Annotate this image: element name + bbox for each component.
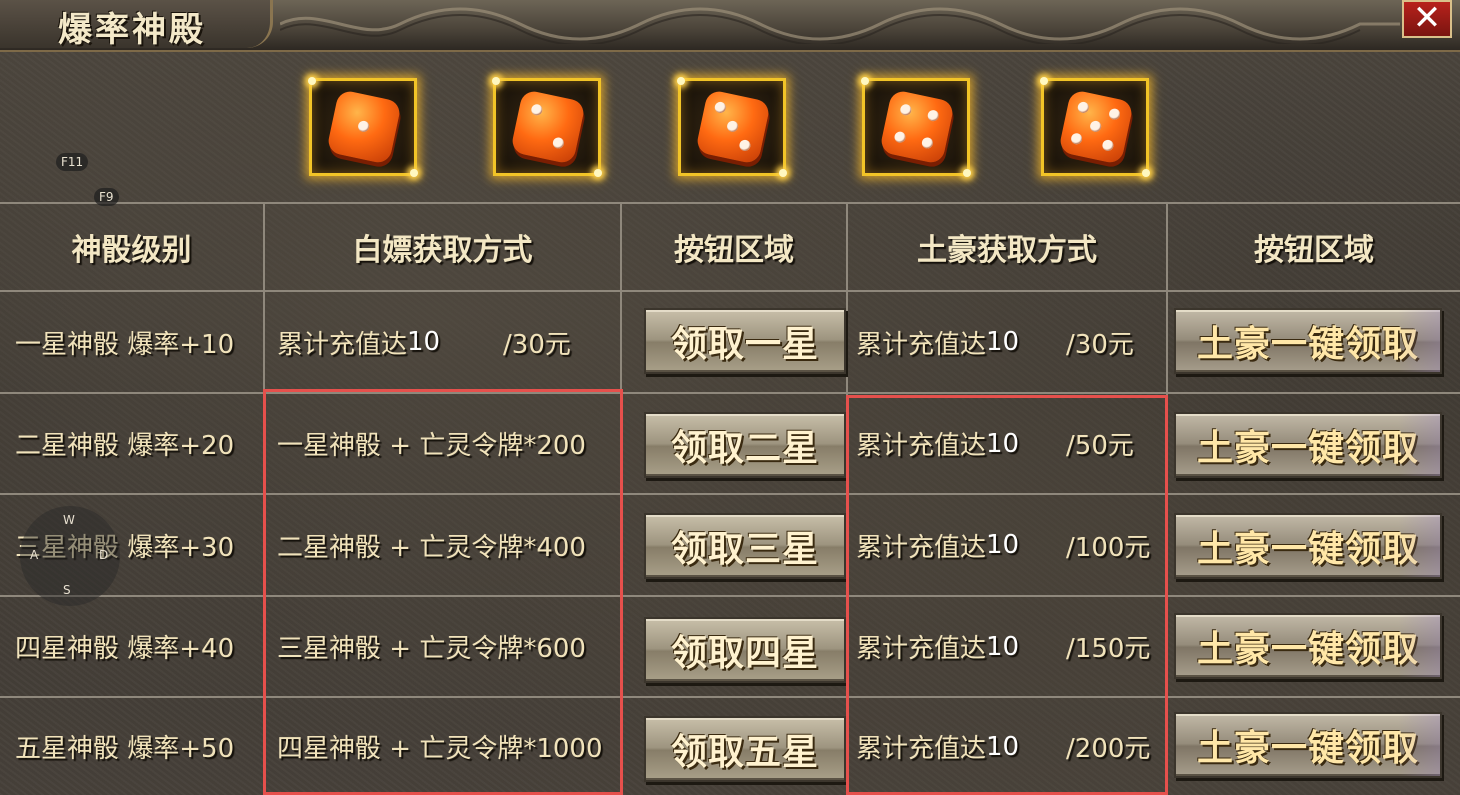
title-bar: 爆率神殿 ✕	[0, 0, 1460, 52]
header-free-way: 白嫖获取方式	[352, 233, 533, 268]
claim-1-star-button[interactable]: 领取一星	[644, 308, 846, 374]
tuhao-claim-button-1[interactable]: 土豪一键领取	[1174, 308, 1442, 374]
header-button-area: 按钮区域	[674, 233, 794, 268]
rich-way-label: 累计充值达	[856, 634, 987, 664]
rich-way-label: 累计充值达	[856, 329, 987, 360]
dice-card-4[interactable]	[861, 77, 971, 177]
free-way-target: /30元	[503, 329, 571, 360]
free-way-text: 累计充值达 10/30元	[265, 292, 620, 392]
table-row: 五星神骰 爆率+50 四星神骰 + 亡灵令牌*1000 领取五星 累计充值达 10…	[0, 698, 1460, 795]
claim-4-star-button[interactable]: 领取四星	[644, 617, 846, 683]
tuhao-claim-button-3[interactable]: 土豪一键领取	[1174, 513, 1442, 579]
title-ornament-decoration	[280, 7, 1400, 44]
title-plate: 爆率神殿	[0, 0, 273, 50]
tuhao-claim-button-2[interactable]: 土豪一键领取	[1174, 412, 1442, 478]
tuhao-claim-button-4[interactable]: 土豪一键领取	[1174, 613, 1442, 679]
dice-2-icon	[510, 89, 586, 165]
rich-way-text: 累计充值达 10/200元	[848, 698, 1166, 795]
claim-5-star-button[interactable]: 领取五星	[644, 716, 846, 782]
free-way-text: 三星神骰 + 亡灵令牌*600	[277, 634, 586, 664]
joystick-a-label: A	[30, 548, 39, 562]
free-way-text: 二星神骰 + 亡灵令牌*400	[277, 532, 586, 563]
free-way-text: 一星神骰 + 亡灵令牌*200	[277, 431, 586, 461]
dice-3-icon	[695, 89, 771, 165]
rich-way-text: 累计充值达 10/30元	[848, 292, 1166, 392]
rich-way-text: 累计充值达 10/150元	[848, 597, 1166, 696]
rich-way-label: 累计充值达	[856, 734, 987, 764]
header-rich-way: 土豪获取方式	[917, 233, 1097, 268]
table-row: 二星神骰 爆率+20 一星神骰 + 亡灵令牌*200 领取二星 累计充值达 10/…	[0, 394, 1460, 495]
table-header: 神骰级别 白嫖获取方式 按钮区域 土豪获取方式 按钮区域	[0, 204, 1460, 292]
rich-way-text: 累计充值达 10/50元	[848, 394, 1166, 493]
rich-way-text: 累计充值达 10/100元	[848, 495, 1166, 595]
rich-way-target: /100元	[1066, 532, 1151, 563]
level-label: 一星神骰 爆率+10	[15, 329, 235, 360]
rich-way-progress: 10	[986, 731, 1020, 762]
joystick-w-label: W	[63, 513, 75, 527]
dice-1-icon	[326, 89, 402, 165]
dice-5-icon	[1058, 89, 1134, 165]
dice-4-icon	[879, 89, 955, 165]
window-title: 爆率神殿	[58, 10, 206, 50]
close-button[interactable]: ✕	[1402, 0, 1452, 38]
header-level: 神骰级别	[71, 233, 192, 268]
rich-way-target: /30元	[1066, 329, 1134, 360]
table-row: 四星神骰 爆率+40 三星神骰 + 亡灵令牌*600 领取四星 累计充值达 10/…	[0, 597, 1460, 698]
table-row: 一星神骰 爆率+10 累计充值达 10/30元 领取一星 累计充值达 10/30元 …	[0, 292, 1460, 394]
rich-way-label: 累计充值达	[856, 532, 987, 563]
baolv-shendian-window: 爆率神殿 ✕ F11 F9 神骰级别 白嫖获取方式 按钮区域 土豪获取方式 按钮…	[0, 0, 1460, 795]
dice-card-1[interactable]	[308, 77, 418, 177]
rich-way-progress: 10	[986, 428, 1020, 459]
rich-way-target: /150元	[1066, 634, 1151, 664]
joystick-d-label: D	[99, 548, 109, 562]
rich-way-progress: 10	[986, 327, 1020, 357]
rich-way-target: /200元	[1066, 734, 1151, 764]
free-way-label: 累计充值达	[277, 329, 408, 360]
dice-card-3[interactable]	[677, 77, 787, 177]
hotkey-f11-hint[interactable]: F11	[56, 153, 89, 171]
level-label: 四星神骰 爆率+40	[15, 634, 235, 664]
joystick-s-label: S	[63, 583, 71, 597]
claim-2-star-button[interactable]: 领取二星	[644, 412, 846, 478]
level-label: 五星神骰 爆率+50	[15, 734, 235, 764]
tuhao-claim-button-5[interactable]: 土豪一键领取	[1174, 712, 1442, 778]
dice-strip: F11 F9	[0, 52, 1460, 206]
table-row: 三星神骰 爆率+30 二星神骰 + 亡灵令牌*400 领取三星 累计充值达 10/…	[0, 495, 1460, 597]
free-way-text: 四星神骰 + 亡灵令牌*1000	[277, 734, 603, 764]
rich-way-target: /50元	[1066, 431, 1134, 461]
rich-way-label: 累计充值达	[856, 431, 987, 461]
rich-way-progress: 10	[986, 530, 1020, 560]
level-label: 二星神骰 爆率+20	[15, 431, 235, 461]
virtual-joystick[interactable]: W A S D	[20, 506, 120, 606]
rich-way-progress: 10	[986, 631, 1020, 662]
dice-card-5[interactable]	[1040, 77, 1150, 177]
free-way-progress: 10	[407, 327, 441, 357]
header-button-area-2: 按钮区域	[1254, 233, 1374, 268]
claim-3-star-button[interactable]: 领取三星	[644, 513, 846, 579]
dice-card-2[interactable]	[492, 77, 602, 177]
